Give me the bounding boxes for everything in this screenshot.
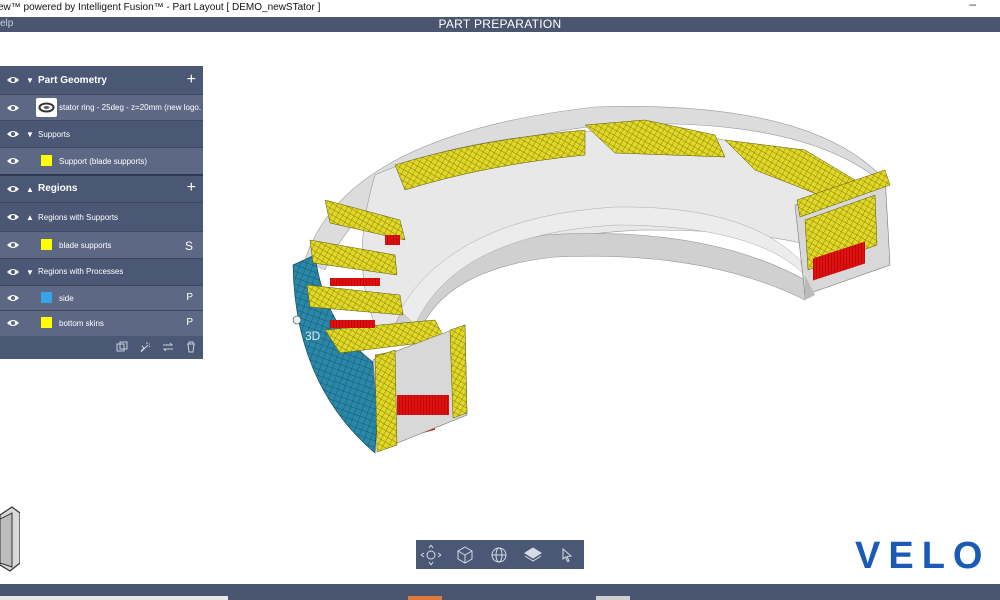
- tree-item-support-blade[interactable]: Support (blade supports): [0, 148, 203, 174]
- collapse-caret-icon[interactable]: ▼: [26, 268, 34, 277]
- part-tree-panel: ▼ Part Geometry + stator ring - 25deg - …: [0, 66, 203, 359]
- tree-item-part[interactable]: stator ring - 25deg - z=20mm (new logo..…: [0, 95, 203, 120]
- collapse-caret-icon[interactable]: ▼: [26, 76, 34, 85]
- regions-with-processes-label: Regions with Processes: [38, 267, 124, 276]
- color-swatch[interactable]: [41, 317, 52, 328]
- minimize-button[interactable]: –: [969, 0, 976, 11]
- status-bar: [0, 584, 1000, 600]
- expand-caret-icon[interactable]: ▲: [26, 185, 34, 194]
- eye-icon[interactable]: [6, 240, 20, 250]
- tree-item-side[interactable]: side P: [0, 286, 203, 310]
- eye-icon[interactable]: [6, 129, 20, 139]
- tree-item-blade-supports[interactable]: blade supports S: [0, 232, 203, 258]
- globe-icon[interactable]: [488, 544, 510, 566]
- tree-item-bottom-skins[interactable]: bottom skins P: [0, 311, 203, 336]
- wand-icon[interactable]: [139, 341, 151, 353]
- region-type-tag: S: [184, 239, 193, 253]
- region-type-tag: P: [186, 292, 193, 303]
- swap-icon[interactable]: [162, 341, 174, 353]
- move-icon[interactable]: [420, 544, 442, 566]
- status-segment: [408, 596, 442, 600]
- nav-cube-icon[interactable]: [0, 505, 21, 573]
- supports-label: Supports: [38, 130, 71, 139]
- embossed-logo: 3D: [305, 329, 321, 343]
- color-swatch[interactable]: [41, 155, 52, 166]
- eye-icon[interactable]: [6, 103, 20, 113]
- part-3d-model[interactable]: 3D: [285, 95, 905, 465]
- color-swatch[interactable]: [41, 292, 52, 303]
- tree-item-regions-with-supports[interactable]: ▲ Regions with Supports: [0, 203, 203, 231]
- region-type-tag: P: [186, 317, 193, 328]
- layers-icon[interactable]: [522, 544, 544, 566]
- add-region-button[interactable]: +: [187, 180, 196, 196]
- side-label: side: [59, 294, 74, 303]
- trash-icon[interactable]: [185, 341, 197, 353]
- collapse-caret-icon[interactable]: ▼: [26, 130, 34, 139]
- section-label: Regions: [38, 183, 78, 194]
- pointer-icon[interactable]: [556, 544, 578, 566]
- section-regions[interactable]: ▲ Regions +: [0, 176, 203, 202]
- eye-icon[interactable]: [6, 184, 20, 194]
- part-item-label: stator ring - 25deg - z=20mm (new logo..…: [59, 103, 201, 112]
- duplicate-icon[interactable]: [116, 341, 128, 353]
- part-thumbnail: [36, 98, 57, 117]
- eye-icon[interactable]: [6, 318, 20, 328]
- eye-icon[interactable]: [6, 293, 20, 303]
- eye-icon[interactable]: [6, 75, 20, 85]
- panel-footer: [0, 336, 203, 359]
- section-label: Part Geometry: [38, 75, 107, 86]
- cube-icon[interactable]: [454, 544, 476, 566]
- eye-icon[interactable]: [6, 156, 20, 166]
- expand-caret-icon[interactable]: ▲: [26, 213, 34, 222]
- eye-icon[interactable]: [6, 267, 20, 277]
- window-titlebar: ew™ powered by Intelligent Fusion™ - Par…: [0, 0, 1000, 17]
- add-part-button[interactable]: +: [187, 72, 196, 88]
- window-title: ew™ powered by Intelligent Fusion™ - Par…: [0, 2, 321, 13]
- support-item-label: Support (blade supports): [59, 157, 148, 166]
- eye-icon[interactable]: [6, 212, 20, 222]
- blade-supports-label: blade supports: [59, 241, 112, 250]
- status-segment: [596, 596, 630, 600]
- color-swatch[interactable]: [41, 239, 52, 250]
- section-part-geometry[interactable]: ▼ Part Geometry +: [0, 66, 203, 94]
- bottom-skins-label: bottom skins: [59, 319, 104, 328]
- tree-item-supports[interactable]: ▼ Supports: [0, 121, 203, 147]
- brand-logo: VELO: [855, 535, 991, 577]
- nav-cube[interactable]: [0, 505, 21, 573]
- regions-with-supports-label: Regions with Supports: [38, 213, 119, 222]
- status-segment: [0, 596, 228, 600]
- page-title: PART PREPARATION: [438, 17, 562, 31]
- view-toolbar: [416, 540, 584, 569]
- app-header: elp PART PREPARATION: [0, 17, 1000, 32]
- tree-item-regions-with-processes[interactable]: ▼ Regions with Processes: [0, 259, 203, 285]
